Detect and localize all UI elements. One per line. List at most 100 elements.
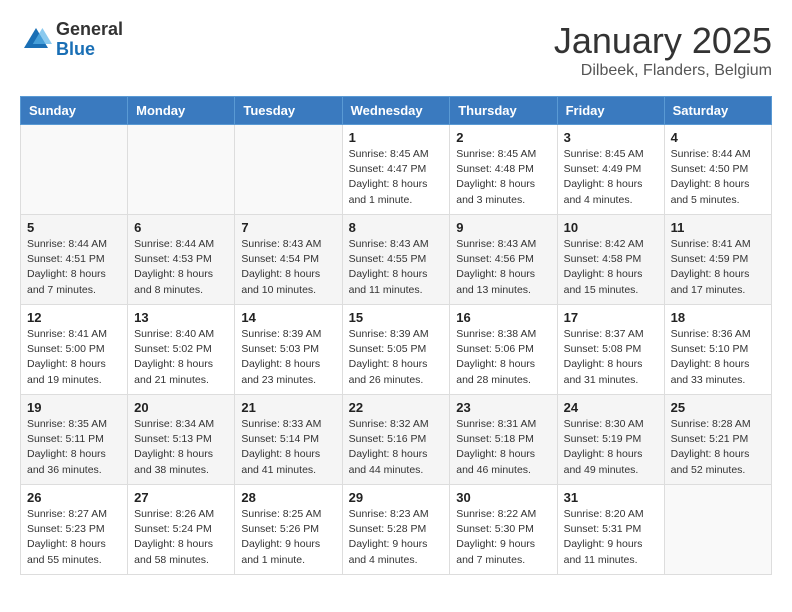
calendar-week-row: 26 Sunrise: 8:27 AM Sunset: 5:23 PM Dayli… (21, 485, 772, 575)
day-number: 4 (671, 130, 765, 145)
calendar-week-row: 19 Sunrise: 8:35 AM Sunset: 5:11 PM Dayli… (21, 395, 772, 485)
logo-icon (20, 24, 52, 56)
day-info: Sunrise: 8:33 AM Sunset: 5:14 PM Dayligh… (241, 417, 335, 478)
calendar-cell: 10 Sunrise: 8:42 AM Sunset: 4:58 PM Dayli… (557, 215, 664, 305)
calendar-cell: 13Sunrise: 8:40 AM Sunset: 5:02 PM Dayli… (128, 305, 235, 395)
day-number: 27 (134, 490, 228, 505)
day-header-friday: Friday (557, 97, 664, 125)
calendar-week-row: 1Sunrise: 8:45 AM Sunset: 4:47 PM Daylig… (21, 125, 772, 215)
day-number: 2 (456, 130, 550, 145)
day-info: Sunrise: 8:20 AM Sunset: 5:31 PM Dayligh… (564, 507, 658, 568)
day-number: 30 (456, 490, 550, 505)
calendar-cell: 26 Sunrise: 8:27 AM Sunset: 5:23 PM Dayli… (21, 485, 128, 575)
day-number: 11 (671, 220, 765, 235)
calendar-week-row: 5Sunrise: 8:44 AM Sunset: 4:51 PM Daylig… (21, 215, 772, 305)
day-header-thursday: Thursday (450, 97, 557, 125)
day-number: 31 (564, 490, 658, 505)
calendar-cell: 1Sunrise: 8:45 AM Sunset: 4:47 PM Daylig… (342, 125, 450, 215)
calendar-cell: 12 Sunrise: 8:41 AM Sunset: 5:00 PM Dayli… (21, 305, 128, 395)
day-number: 17 (564, 310, 658, 325)
day-number: 24 (564, 400, 658, 415)
day-number: 7 (241, 220, 335, 235)
day-info: Sunrise: 8:26 AM Sunset: 5:24 PM Dayligh… (134, 507, 228, 568)
day-info: Sunrise: 8:44 AM Sunset: 4:53 PM Dayligh… (134, 237, 228, 298)
day-number: 8 (349, 220, 444, 235)
day-info: Sunrise: 8:42 AM Sunset: 4:58 PM Dayligh… (564, 237, 658, 298)
calendar-cell: 11 Sunrise: 8:41 AM Sunset: 4:59 PM Dayli… (664, 215, 771, 305)
calendar-week-row: 12 Sunrise: 8:41 AM Sunset: 5:00 PM Dayli… (21, 305, 772, 395)
calendar-cell: 17 Sunrise: 8:37 AM Sunset: 5:08 PM Dayli… (557, 305, 664, 395)
calendar-cell: 4 Sunrise: 8:44 AM Sunset: 4:50 PM Daylig… (664, 125, 771, 215)
day-number: 22 (349, 400, 444, 415)
calendar-cell: 23 Sunrise: 8:31 AM Sunset: 5:18 PM Dayli… (450, 395, 557, 485)
day-number: 23 (456, 400, 550, 415)
calendar-cell: 22 Sunrise: 8:32 AM Sunset: 5:16 PM Dayli… (342, 395, 450, 485)
day-number: 15 (349, 310, 444, 325)
day-info: Sunrise: 8:37 AM Sunset: 5:08 PM Dayligh… (564, 327, 658, 388)
calendar-cell: 9 Sunrise: 8:43 AM Sunset: 4:56 PM Daylig… (450, 215, 557, 305)
day-info: Sunrise: 8:27 AM Sunset: 5:23 PM Dayligh… (27, 507, 121, 568)
logo-blue-text: Blue (56, 40, 123, 60)
calendar-cell: 31 Sunrise: 8:20 AM Sunset: 5:31 PM Dayli… (557, 485, 664, 575)
day-info: Sunrise: 8:38 AM Sunset: 5:06 PM Dayligh… (456, 327, 550, 388)
calendar-cell: 27 Sunrise: 8:26 AM Sunset: 5:24 PM Dayli… (128, 485, 235, 575)
calendar-cell: 25 Sunrise: 8:28 AM Sunset: 5:21 PM Dayli… (664, 395, 771, 485)
calendar-cell (21, 125, 128, 215)
day-info: Sunrise: 8:32 AM Sunset: 5:16 PM Dayligh… (349, 417, 444, 478)
calendar-cell: 29Sunrise: 8:23 AM Sunset: 5:28 PM Dayli… (342, 485, 450, 575)
calendar-cell: 5Sunrise: 8:44 AM Sunset: 4:51 PM Daylig… (21, 215, 128, 305)
calendar-cell: 19 Sunrise: 8:35 AM Sunset: 5:11 PM Dayli… (21, 395, 128, 485)
day-number: 28 (241, 490, 335, 505)
day-info: Sunrise: 8:43 AM Sunset: 4:55 PM Dayligh… (349, 237, 444, 298)
day-info: Sunrise: 8:41 AM Sunset: 4:59 PM Dayligh… (671, 237, 765, 298)
day-info: Sunrise: 8:30 AM Sunset: 5:19 PM Dayligh… (564, 417, 658, 478)
day-info: Sunrise: 8:34 AM Sunset: 5:13 PM Dayligh… (134, 417, 228, 478)
day-info: Sunrise: 8:44 AM Sunset: 4:50 PM Dayligh… (671, 147, 765, 208)
day-number: 25 (671, 400, 765, 415)
day-info: Sunrise: 8:25 AM Sunset: 5:26 PM Dayligh… (241, 507, 335, 568)
day-number: 12 (27, 310, 121, 325)
day-header-sunday: Sunday (21, 97, 128, 125)
day-info: Sunrise: 8:28 AM Sunset: 5:21 PM Dayligh… (671, 417, 765, 478)
day-header-monday: Monday (128, 97, 235, 125)
calendar-cell: 3Sunrise: 8:45 AM Sunset: 4:49 PM Daylig… (557, 125, 664, 215)
calendar-cell: 14 Sunrise: 8:39 AM Sunset: 5:03 PM Dayli… (235, 305, 342, 395)
calendar-table: SundayMondayTuesdayWednesdayThursdayFrid… (20, 96, 772, 575)
day-info: Sunrise: 8:45 AM Sunset: 4:49 PM Dayligh… (564, 147, 658, 208)
logo: General Blue (20, 20, 123, 60)
calendar-cell: 6 Sunrise: 8:44 AM Sunset: 4:53 PM Daylig… (128, 215, 235, 305)
day-number: 29 (349, 490, 444, 505)
location-text: Dilbeek, Flanders, Belgium (554, 62, 772, 80)
day-info: Sunrise: 8:43 AM Sunset: 4:54 PM Dayligh… (241, 237, 335, 298)
calendar-cell: 8 Sunrise: 8:43 AM Sunset: 4:55 PM Daylig… (342, 215, 450, 305)
calendar-cell: 24 Sunrise: 8:30 AM Sunset: 5:19 PM Dayli… (557, 395, 664, 485)
month-title: January 2025 (554, 20, 772, 62)
day-number: 6 (134, 220, 228, 235)
day-info: Sunrise: 8:31 AM Sunset: 5:18 PM Dayligh… (456, 417, 550, 478)
day-info: Sunrise: 8:40 AM Sunset: 5:02 PM Dayligh… (134, 327, 228, 388)
day-number: 20 (134, 400, 228, 415)
day-number: 14 (241, 310, 335, 325)
calendar-cell: 28 Sunrise: 8:25 AM Sunset: 5:26 PM Dayli… (235, 485, 342, 575)
day-number: 9 (456, 220, 550, 235)
day-info: Sunrise: 8:39 AM Sunset: 5:03 PM Dayligh… (241, 327, 335, 388)
day-info: Sunrise: 8:43 AM Sunset: 4:56 PM Dayligh… (456, 237, 550, 298)
day-info: Sunrise: 8:41 AM Sunset: 5:00 PM Dayligh… (27, 327, 121, 388)
day-number: 1 (349, 130, 444, 145)
calendar-cell (128, 125, 235, 215)
day-number: 10 (564, 220, 658, 235)
day-number: 5 (27, 220, 121, 235)
day-header-tuesday: Tuesday (235, 97, 342, 125)
day-number: 19 (27, 400, 121, 415)
day-number: 18 (671, 310, 765, 325)
day-number: 21 (241, 400, 335, 415)
calendar-cell: 20 Sunrise: 8:34 AM Sunset: 5:13 PM Dayli… (128, 395, 235, 485)
calendar-cell: 7 Sunrise: 8:43 AM Sunset: 4:54 PM Daylig… (235, 215, 342, 305)
calendar-cell: 2Sunrise: 8:45 AM Sunset: 4:48 PM Daylig… (450, 125, 557, 215)
day-number: 26 (27, 490, 121, 505)
day-number: 16 (456, 310, 550, 325)
day-info: Sunrise: 8:35 AM Sunset: 5:11 PM Dayligh… (27, 417, 121, 478)
page-header: General Blue January 2025 Dilbeek, Fland… (20, 20, 772, 80)
day-header-wednesday: Wednesday (342, 97, 450, 125)
calendar-cell (664, 485, 771, 575)
